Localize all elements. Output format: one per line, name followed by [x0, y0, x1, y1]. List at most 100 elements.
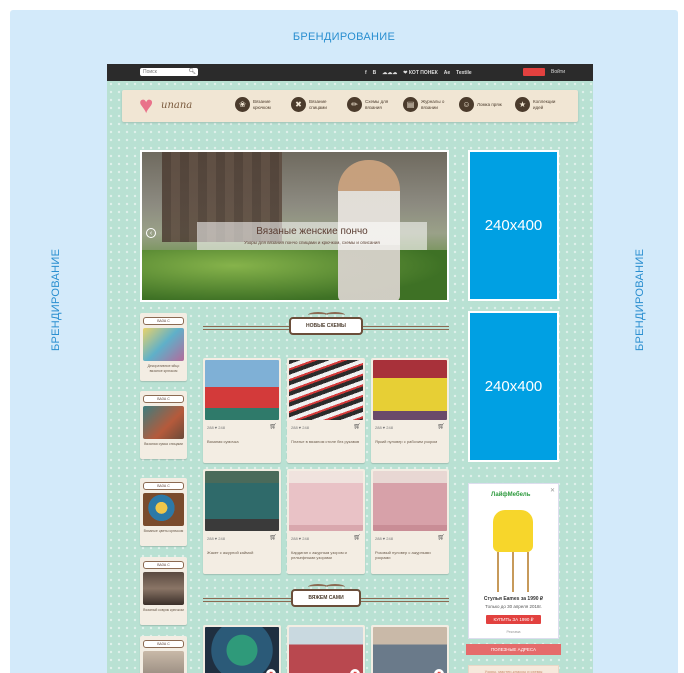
product-card[interactable]: 288 ♥ 248 🛒︎ Вязаная сумочка	[203, 358, 281, 463]
yarn-icon: ❀	[235, 97, 250, 112]
ad-subline: Только до 30 апреля 2018г.	[485, 604, 542, 609]
product-title[interactable]: Платье в вязаном стиле без рукавов	[291, 439, 361, 444]
nav-item-crochet[interactable]: ❀ Вязание крючком	[235, 97, 285, 112]
ad-small-banner[interactable]: Узоры, мастер-классы и схемы	[468, 665, 559, 673]
slider-title[interactable]: Вязаные женские пончо	[197, 226, 427, 237]
sidebar-card[interactable]: ВАЗА С Вязаные цветы крючком	[140, 478, 187, 546]
product-image[interactable]	[205, 360, 279, 420]
sidebar-card[interactable]: ВАЗА С Декоративное яйцо вязаное крючком	[140, 313, 187, 381]
product-meta: 288 ♥ 248 🛒︎	[375, 535, 445, 542]
product-meta: 288 ♥ 248 🛒︎	[207, 424, 277, 431]
ad-slot-2[interactable]: 240x400	[468, 311, 559, 462]
branding-left-label: БРЕНДИРОВАНИЕ	[50, 248, 62, 352]
nav-item-label: Журналы о вязании	[421, 99, 445, 110]
slider-prev-button[interactable]: ‹	[146, 228, 156, 238]
product-meta: 288 ♥ 248 🛒︎	[291, 535, 361, 542]
ad-furniture-banner[interactable]: ЛайфМебель ✕ Стулья Eames за 1990 ₽ Толь…	[468, 483, 559, 639]
slider-subtitle: Узоры для вязания пончо спицами и крючко…	[244, 240, 380, 245]
login-link[interactable]: Войти	[551, 68, 565, 76]
nav-item-schemes[interactable]: ✏ Схемы для вязания	[347, 97, 397, 112]
nav-item-collections[interactable]: ★ Коллекции идей	[515, 97, 565, 112]
product-card[interactable]: 288 ♥ 248 🛒︎ Розовый пуловер с ажурными у…	[371, 469, 449, 574]
nav-item-label: Вязание крючком	[253, 99, 271, 110]
product-card[interactable]: 288 ♥ 248 🛒︎ Жакет с ажурной каймой	[203, 469, 281, 574]
ad-brand: ЛайфМебель	[491, 492, 531, 498]
section-title-new-schemes[interactable]: НОВЫЕ СХЕМЫ	[289, 317, 363, 335]
product-title[interactable]: Кардиган с ажурным узором и рельефными у…	[291, 550, 361, 560]
product-meta: 288 ♥ 248 🛒︎	[291, 424, 361, 431]
section-banner-new: НОВЫЕ СХЕМЫ	[203, 312, 449, 342]
nav-item-label: Ломка пряж	[477, 101, 502, 107]
nav-item-label: Схемы для вязания	[365, 99, 389, 110]
partner-link-kot[interactable]: ❤ КОТ ПОНЕК	[403, 70, 437, 76]
heart-icon[interactable]: ♥	[266, 669, 276, 673]
product-image[interactable]	[205, 471, 279, 531]
heart-icon[interactable]: ♥	[350, 669, 360, 673]
useful-addresses-header[interactable]: ПОЛЕЗНЫЕ АДРЕСА	[466, 644, 561, 655]
section-title-knit-yourself[interactable]: ВЯЖЕМ САМИ	[291, 589, 361, 607]
cart-icon[interactable]: 🛒︎	[269, 535, 277, 542]
nav-item-magazines[interactable]: ▤ Журналы о вязании	[403, 97, 453, 112]
product-card[interactable]: ♥	[203, 625, 281, 673]
product-image[interactable]	[289, 471, 363, 531]
cart-icon[interactable]: 🛒︎	[353, 535, 361, 542]
close-icon[interactable]: ✕	[550, 487, 555, 494]
nav-item-label: Коллекции идей	[533, 99, 556, 110]
sidebar-card[interactable]: ВАЗА С Вязаная сумка спицами	[140, 391, 187, 459]
product-image[interactable]	[289, 627, 363, 673]
product-card[interactable]: 288 ♥ 248 🛒︎ Яркий пуловер с рабочим узор…	[371, 358, 449, 463]
social-link-vk[interactable]: B	[373, 70, 377, 76]
cart-icon[interactable]: 🛒︎	[437, 424, 445, 431]
product-image[interactable]	[289, 360, 363, 420]
product-title[interactable]: Яркий пуловер с рабочим узором	[375, 439, 445, 444]
site-logo[interactable]: ♥ unana	[139, 94, 201, 118]
cart-icon[interactable]: 🛒︎	[437, 535, 445, 542]
magazine-icon: ▤	[403, 97, 418, 112]
heart-icon[interactable]: ♥	[434, 669, 444, 673]
sidebar-card-image	[143, 493, 184, 526]
product-image[interactable]	[373, 627, 447, 673]
sidebar-card-text: Вязаный коврик крючком	[143, 608, 184, 612]
product-card[interactable]: ♥	[287, 625, 365, 673]
nav-item-yarn[interactable]: ☺ Ломка пряж	[459, 97, 509, 112]
ad-label: Реклама	[506, 630, 521, 634]
sidebar-card[interactable]: ВАЗА С Вязаный коврик крючком	[140, 557, 187, 625]
partner-link-cloud[interactable]: ☁☁☁	[382, 70, 397, 76]
product-stats: 288 ♥ 248	[375, 425, 393, 430]
product-image[interactable]	[373, 360, 447, 420]
sidebar-card-label: ВАЗА С	[143, 317, 184, 325]
pencil-icon: ✏	[347, 97, 362, 112]
hero-slider[interactable]: Вязаные женские пончо Узоры для вязания …	[140, 150, 449, 302]
nav-item-knitting[interactable]: ✖ Вязание спицами	[291, 97, 341, 112]
cart-icon[interactable]: 🛒︎	[269, 424, 277, 431]
sidebar-card[interactable]: ВАЗА С	[140, 636, 187, 673]
product-image[interactable]	[205, 627, 279, 673]
product-stats: 288 ♥ 248	[291, 536, 309, 541]
face-icon: ☺	[459, 97, 474, 112]
sidebar-card-label: ВАЗА С	[143, 395, 184, 403]
product-title[interactable]: Розовый пуловер с ажурными узорами	[375, 550, 445, 560]
cart-icon[interactable]: 🛒︎	[353, 424, 361, 431]
search-icon[interactable]: 🔍︎	[188, 69, 196, 75]
search-input[interactable]: Поиск 🔍︎	[140, 68, 198, 76]
site-preview: Поиск 🔍︎ f B ☁☁☁ ❤ КОТ ПОНЕК Ae Textile …	[107, 64, 593, 673]
sidebar-card-label: ВАЗА С	[143, 482, 184, 490]
ad-slot-1[interactable]: 240x400	[468, 150, 559, 301]
product-title[interactable]: Жакет с ажурной каймой	[207, 550, 277, 555]
product-title[interactable]: Вязаная сумочка	[207, 439, 277, 444]
partner-link-ae[interactable]: Ae	[444, 70, 450, 76]
slider-caption: Вязаные женские пончо Узоры для вязания …	[197, 222, 427, 250]
sidebar-card-label: ВАЗА С	[143, 640, 184, 648]
product-card[interactable]: 288 ♥ 248 🛒︎ Кардиган с ажурным узором и …	[287, 469, 365, 574]
needles-icon: ✖	[291, 97, 306, 112]
product-card[interactable]: 288 ♥ 248 🛒︎ Платье в вязаном стиле без р…	[287, 358, 365, 463]
ad-buy-button[interactable]: КУПИТЬ ЗА 1990 ₽	[486, 615, 541, 624]
product-card[interactable]: ♥	[371, 625, 449, 673]
sidebar-card-text: Декоративное яйцо вязаное крючком	[147, 364, 180, 373]
partner-link-textile[interactable]: Textile	[456, 70, 471, 76]
product-stats: 288 ♥ 248	[207, 425, 225, 430]
register-button[interactable]	[523, 68, 545, 76]
product-image[interactable]	[373, 471, 447, 531]
social-link-facebook[interactable]: f	[365, 70, 367, 76]
chair-leg	[512, 552, 514, 592]
